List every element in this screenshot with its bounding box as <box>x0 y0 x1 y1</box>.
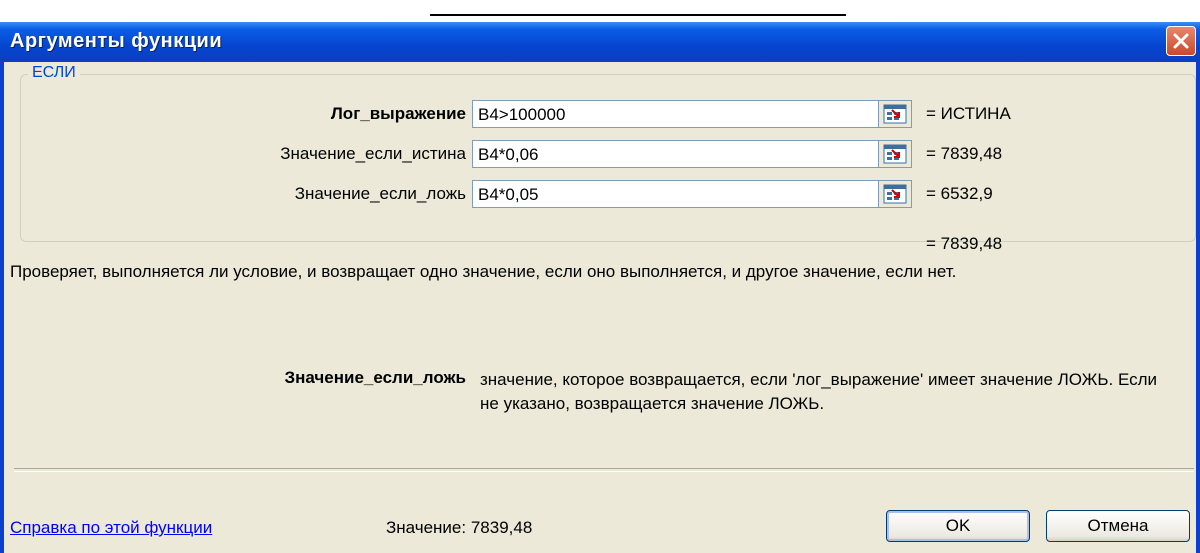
cancel-button[interactable]: Отмена <box>1046 510 1190 542</box>
formula-result: = 7839,48 <box>926 234 1003 253</box>
arg-label-value-if-false: Значение_если_ложь <box>294 184 466 203</box>
close-icon <box>1173 33 1189 49</box>
ref-button-logical-test[interactable] <box>878 100 912 128</box>
divider <box>14 468 1194 472</box>
arg-help-text: значение, которое возвращается, если 'ло… <box>480 370 1158 413</box>
close-button[interactable] <box>1166 26 1196 56</box>
collapse-dialog-icon <box>883 104 907 124</box>
arg-input-value-if-false[interactable]: B4*0,05 <box>472 180 912 208</box>
function-arguments-dialog: Аргументы функции ЕСЛИ Лог_выражение B4>… <box>0 22 1200 553</box>
title-bar[interactable]: Аргументы функции <box>0 22 1200 62</box>
dialog-title: Аргументы функции <box>10 30 223 52</box>
arg-result-logical-test: = ИСТИНА <box>926 104 1011 123</box>
ref-button-value-if-false[interactable] <box>878 180 912 208</box>
function-description: Проверяет, выполняется ли условие, и воз… <box>10 262 957 281</box>
arg-result-value-if-false: = 6532,9 <box>926 184 993 203</box>
arg-label-value-if-true: Значение_если_истина <box>280 144 466 163</box>
collapse-dialog-icon <box>883 144 907 164</box>
function-name: ЕСЛИ <box>28 64 80 82</box>
ref-button-value-if-true[interactable] <box>878 140 912 168</box>
arg-help-name: Значение_если_ложь <box>284 368 466 387</box>
arg-result-value-if-true: = 7839,48 <box>926 144 1003 163</box>
help-link[interactable]: Справка по этой функции <box>10 518 212 538</box>
arg-input-value-if-true[interactable]: B4*0,06 <box>472 140 912 168</box>
document-heading-underline <box>430 0 846 16</box>
arg-label-logical-test: Лог_выражение <box>330 104 466 123</box>
value-label: Значение: 7839,48 <box>386 518 533 537</box>
ok-button[interactable]: OK <box>886 510 1030 542</box>
arg-input-logical-test[interactable]: B4>100000 <box>472 100 912 128</box>
collapse-dialog-icon <box>883 184 907 204</box>
